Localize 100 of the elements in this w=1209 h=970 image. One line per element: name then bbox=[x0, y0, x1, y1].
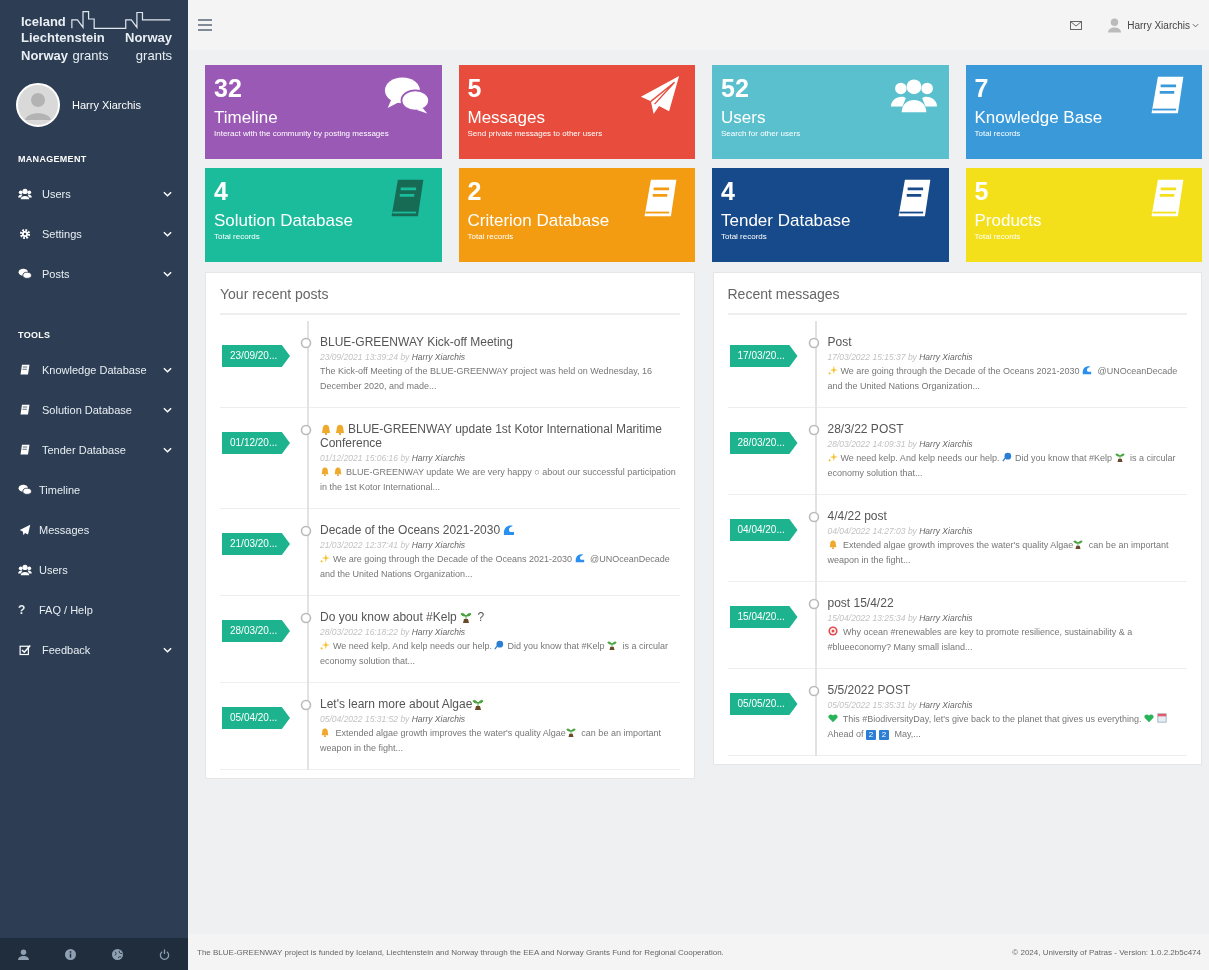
user-icon[interactable] bbox=[18, 948, 29, 960]
sidebar-item[interactable]: Users bbox=[0, 550, 188, 590]
chat-icon bbox=[18, 484, 32, 496]
post-title[interactable]: BLUE-GREENWAY Kick-off Meeting bbox=[320, 335, 680, 349]
post-author[interactable]: Harry Xiarchis bbox=[919, 526, 973, 536]
sprout-icon bbox=[1073, 539, 1084, 549]
post-author[interactable]: Harry Xiarchis bbox=[411, 627, 466, 637]
heart-icon bbox=[1144, 713, 1155, 723]
post-timestamp: 23/09/2021 13:39:24 bbox=[320, 352, 398, 362]
sidebar-item[interactable]: Feedback bbox=[0, 630, 188, 670]
post-title[interactable]: Let's learn more about Algae bbox=[320, 697, 680, 711]
power-icon[interactable] bbox=[159, 948, 170, 960]
stat-tile[interactable]: 5 Messages Send private messages to other users bbox=[458, 65, 695, 159]
menu-icon[interactable] bbox=[198, 19, 212, 31]
post-title[interactable]: Decade of the Oceans 2021-2030 bbox=[320, 523, 680, 537]
post-author[interactable]: Harry Xiarchis bbox=[411, 352, 466, 362]
post-title[interactable]: 28/3/22 POST bbox=[827, 422, 1187, 436]
pin-icon bbox=[1001, 452, 1012, 462]
sidebar-item[interactable]: Settings bbox=[0, 214, 188, 254]
gear-icon bbox=[18, 228, 32, 240]
post-title[interactable]: Do you know about #Kelp ? bbox=[320, 610, 680, 624]
tile-subtitle: Send private messages to other users bbox=[467, 129, 603, 138]
tile-count: 32 bbox=[214, 73, 242, 103]
pin-icon bbox=[494, 640, 505, 650]
post-author[interactable]: Harry Xiarchis bbox=[919, 613, 973, 623]
date-tag: 05/04/20... bbox=[222, 707, 290, 729]
post-excerpt: BLUE-GREENWAY update We are very happy ○ about our successful participation in the 1st Kotor International... bbox=[320, 465, 677, 494]
tile-subtitle: Total records bbox=[974, 232, 1021, 241]
sidebar-item[interactable]: Timeline bbox=[0, 470, 188, 510]
wave-icon bbox=[574, 553, 585, 563]
envelope-icon[interactable] bbox=[1070, 20, 1083, 30]
stat-tile[interactable]: 4 Tender Database Total records bbox=[712, 168, 949, 262]
sprout-icon bbox=[472, 698, 485, 710]
timeline-node-icon bbox=[300, 525, 312, 537]
post-excerpt: Extended algae growth improves the water's quality Algae can be an important weapon in the fight... bbox=[827, 538, 1170, 567]
sprout-icon bbox=[607, 640, 617, 650]
post-title[interactable]: BLUE-GREENWAY update 1st Kotor International Maritime Conference bbox=[320, 422, 680, 450]
post-author[interactable]: Harry Xiarchis bbox=[919, 352, 973, 362]
caret-icon bbox=[1192, 22, 1199, 28]
tile-subtitle: Total records bbox=[467, 232, 514, 241]
sidebar-item[interactable]: ? FAQ / Help bbox=[0, 590, 188, 630]
chevron-icon bbox=[163, 271, 172, 277]
tile-subtitle: Total records bbox=[214, 232, 260, 241]
sidebar-item[interactable]: Tender Database bbox=[0, 430, 188, 470]
bell-icon bbox=[320, 423, 332, 435]
target-icon bbox=[827, 626, 838, 636]
users-icon bbox=[18, 564, 32, 576]
avatar-icon bbox=[16, 83, 60, 127]
bell-icon bbox=[320, 727, 330, 737]
bell-icon bbox=[333, 466, 343, 476]
sparkle-icon bbox=[320, 640, 330, 650]
post-author[interactable]: Harry Xiarchis bbox=[919, 700, 973, 710]
sparkle-icon bbox=[827, 365, 838, 375]
post-title[interactable]: Post bbox=[827, 335, 1187, 349]
checkbox-icon bbox=[18, 644, 32, 656]
post-author[interactable]: Harry Xiarchis bbox=[411, 714, 466, 724]
date-tag: 15/04/20... bbox=[729, 606, 798, 628]
post-author[interactable]: Harry Xiarchis bbox=[919, 439, 973, 449]
info-icon[interactable] bbox=[65, 948, 76, 960]
sidebar-item[interactable]: Knowledge Database bbox=[0, 350, 188, 390]
user-menu[interactable]: Harry Xiarchis bbox=[1127, 19, 1190, 31]
tile-title: Solution Database bbox=[214, 210, 353, 232]
sidebar-item[interactable]: Users bbox=[0, 174, 188, 214]
book-icon bbox=[18, 404, 32, 416]
sidebar-item[interactable]: Messages bbox=[0, 510, 188, 550]
tile-title: Users bbox=[721, 107, 766, 129]
post-author[interactable]: Harry Xiarchis bbox=[411, 540, 466, 550]
timeline-node-icon bbox=[807, 424, 820, 436]
sparkle-icon bbox=[827, 452, 838, 462]
tile-subtitle: Total records bbox=[974, 129, 1021, 138]
globe-icon[interactable] bbox=[112, 948, 123, 960]
stat-tile[interactable]: 32 Timeline Interact with the community by posting messages bbox=[205, 65, 442, 159]
chevron-icon bbox=[163, 407, 172, 413]
bell-icon bbox=[827, 539, 838, 549]
tile-subtitle: Search for other users bbox=[721, 129, 801, 138]
chevron-icon bbox=[163, 447, 172, 453]
post-title[interactable]: post 15/4/22 bbox=[827, 596, 1187, 610]
sidebar-item[interactable]: Posts bbox=[0, 254, 188, 294]
tile-title: Tender Database bbox=[721, 210, 851, 232]
chevron-icon bbox=[163, 231, 172, 237]
number-key-icon: 2 bbox=[866, 730, 877, 740]
chevron-icon bbox=[163, 367, 172, 373]
tile-count: 52 bbox=[721, 73, 749, 103]
post-title[interactable]: 4/4/22 post bbox=[827, 509, 1187, 523]
post-excerpt: We need kelp. And kelp needs our help. Did you know that #Kelp is a circular economy solution that... bbox=[320, 639, 670, 668]
post-author[interactable]: Harry Xiarchis bbox=[411, 453, 466, 463]
date-tag: 23/09/20... bbox=[222, 345, 290, 367]
date-tag: 01/12/20... bbox=[222, 432, 290, 454]
panel-title: Recent messages bbox=[727, 273, 1187, 315]
chat-icon bbox=[383, 75, 430, 115]
tile-title: Criterion Database bbox=[467, 210, 610, 232]
book-icon bbox=[18, 364, 32, 376]
logo-text: Norway bbox=[125, 30, 172, 46]
heart-icon bbox=[827, 713, 838, 723]
logo-text: grants bbox=[135, 48, 172, 64]
date-tag: 05/05/20... bbox=[729, 693, 798, 715]
timeline-node-icon bbox=[807, 685, 820, 697]
sidebar-item[interactable]: Solution Database bbox=[0, 390, 188, 430]
sparkle-icon bbox=[320, 553, 330, 563]
post-title[interactable]: 5/5/2022 POST bbox=[827, 683, 1187, 697]
